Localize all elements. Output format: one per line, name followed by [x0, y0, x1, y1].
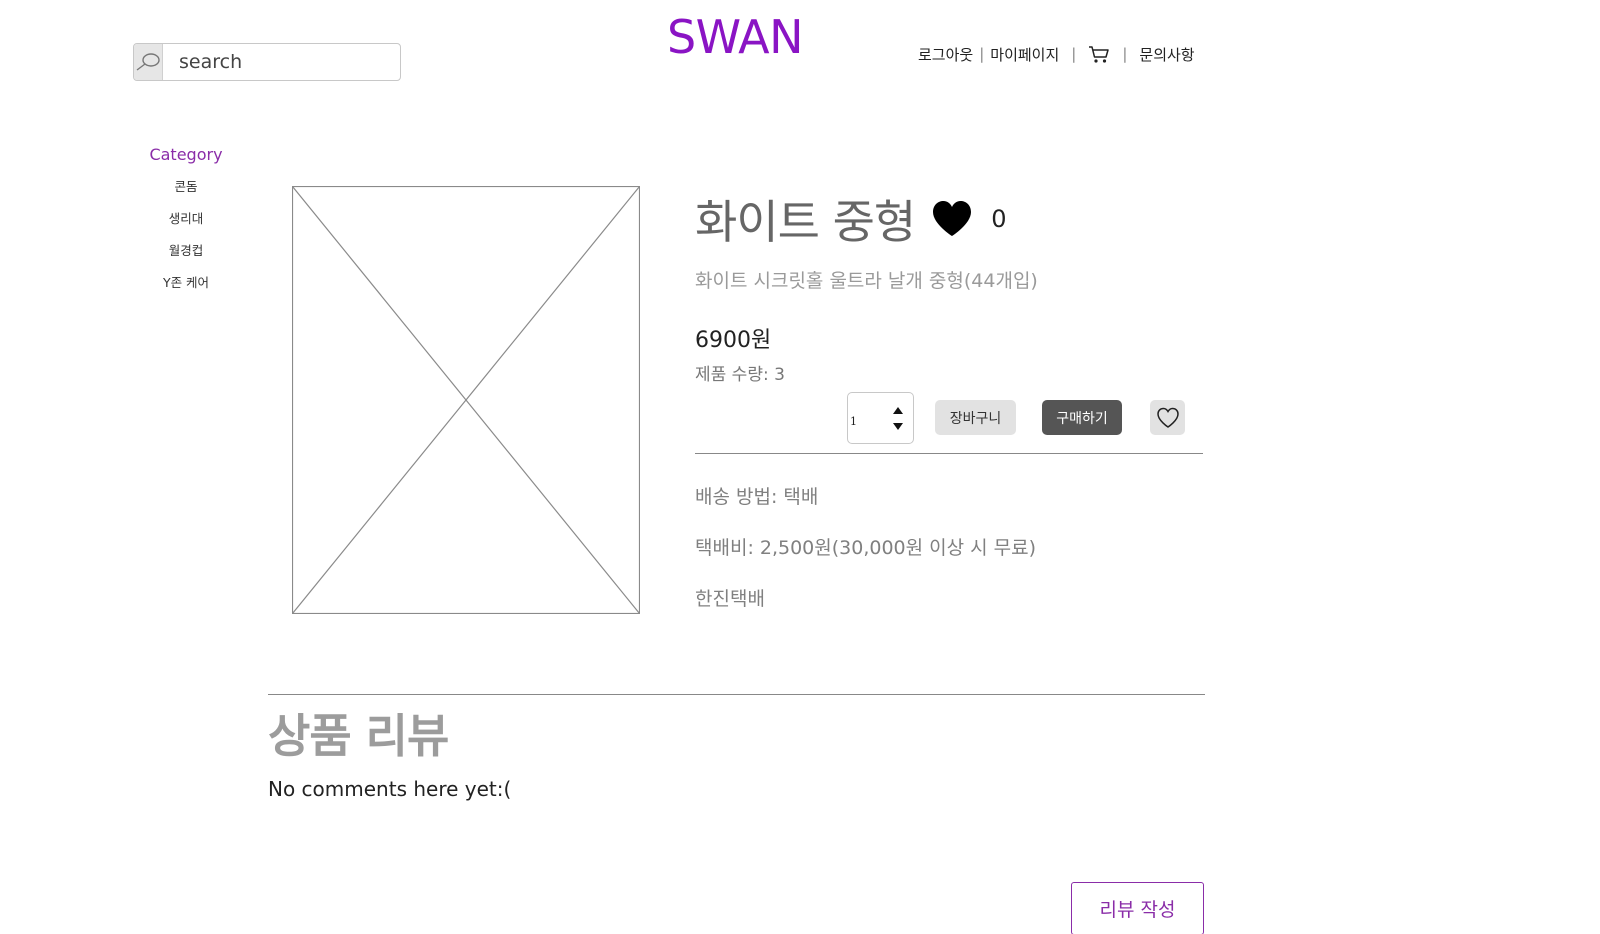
nav-separator: |: [979, 45, 985, 63]
quantity-value: 1: [850, 415, 857, 428]
search-icon: [136, 53, 160, 71]
product-image-placeholder: [292, 186, 640, 614]
buy-now-button[interactable]: 구매하기: [1042, 400, 1122, 435]
divider: [268, 694, 1205, 695]
sidebar-title: Category: [149, 145, 223, 164]
shipping-fee: 택배비: 2,500원(30,000원 이상 시 무료): [695, 537, 1037, 559]
heart-filled-icon[interactable]: [931, 200, 973, 238]
sidebar-item-yzone-care[interactable]: Y존 케어: [130, 274, 242, 306]
top-nav: 로그아웃 | 마이페이지 | | 문의사항: [918, 40, 1195, 68]
wishlist-button[interactable]: [1150, 400, 1185, 435]
increment-arrow-icon[interactable]: [893, 407, 903, 414]
category-sidebar: Category 콘돔 생리대 월경컵 Y존 케어: [130, 145, 242, 306]
divider: [695, 453, 1203, 454]
sidebar-item-menstrual-cup[interactable]: 월경컵: [130, 242, 242, 274]
shipping-method: 배송 방법: 택배: [695, 486, 819, 508]
product-title-row: 화이트 중형 0: [695, 186, 1007, 252]
product-price: 6900원: [695, 328, 772, 353]
site-logo[interactable]: SWAN: [660, 10, 810, 64]
search-button[interactable]: [134, 44, 163, 80]
mypage-link[interactable]: 마이페이지: [990, 44, 1059, 65]
review-heading: 상품 리뷰: [268, 709, 449, 763]
courier-name: 한진택배: [695, 588, 765, 610]
quantity-stepper[interactable]: 1: [847, 392, 914, 444]
inquiry-link[interactable]: 문의사항: [1139, 44, 1194, 65]
logout-link[interactable]: 로그아웃: [918, 44, 973, 65]
heart-outline-icon: [1156, 407, 1179, 428]
nav-separator: |: [1122, 45, 1128, 63]
product-subtitle: 화이트 시크릿홀 울트라 날개 중형(44개입): [695, 270, 1038, 292]
sidebar-item-condom[interactable]: 콘돔: [130, 178, 242, 210]
decrement-arrow-icon[interactable]: [893, 423, 903, 430]
add-to-cart-button[interactable]: 장바구니: [935, 400, 1016, 435]
like-count: 0: [991, 205, 1007, 233]
search-box: [133, 43, 401, 81]
nav-separator: |: [1071, 45, 1077, 63]
search-input[interactable]: [163, 44, 400, 80]
product-stock: 제품 수량: 3: [695, 365, 785, 385]
product-title: 화이트 중형: [695, 195, 916, 249]
review-empty-text: No comments here yet:(: [268, 777, 512, 801]
sidebar-item-pad[interactable]: 생리대: [130, 210, 242, 242]
cart-icon[interactable]: [1088, 44, 1110, 64]
write-review-button[interactable]: 리뷰 작성: [1071, 882, 1204, 934]
